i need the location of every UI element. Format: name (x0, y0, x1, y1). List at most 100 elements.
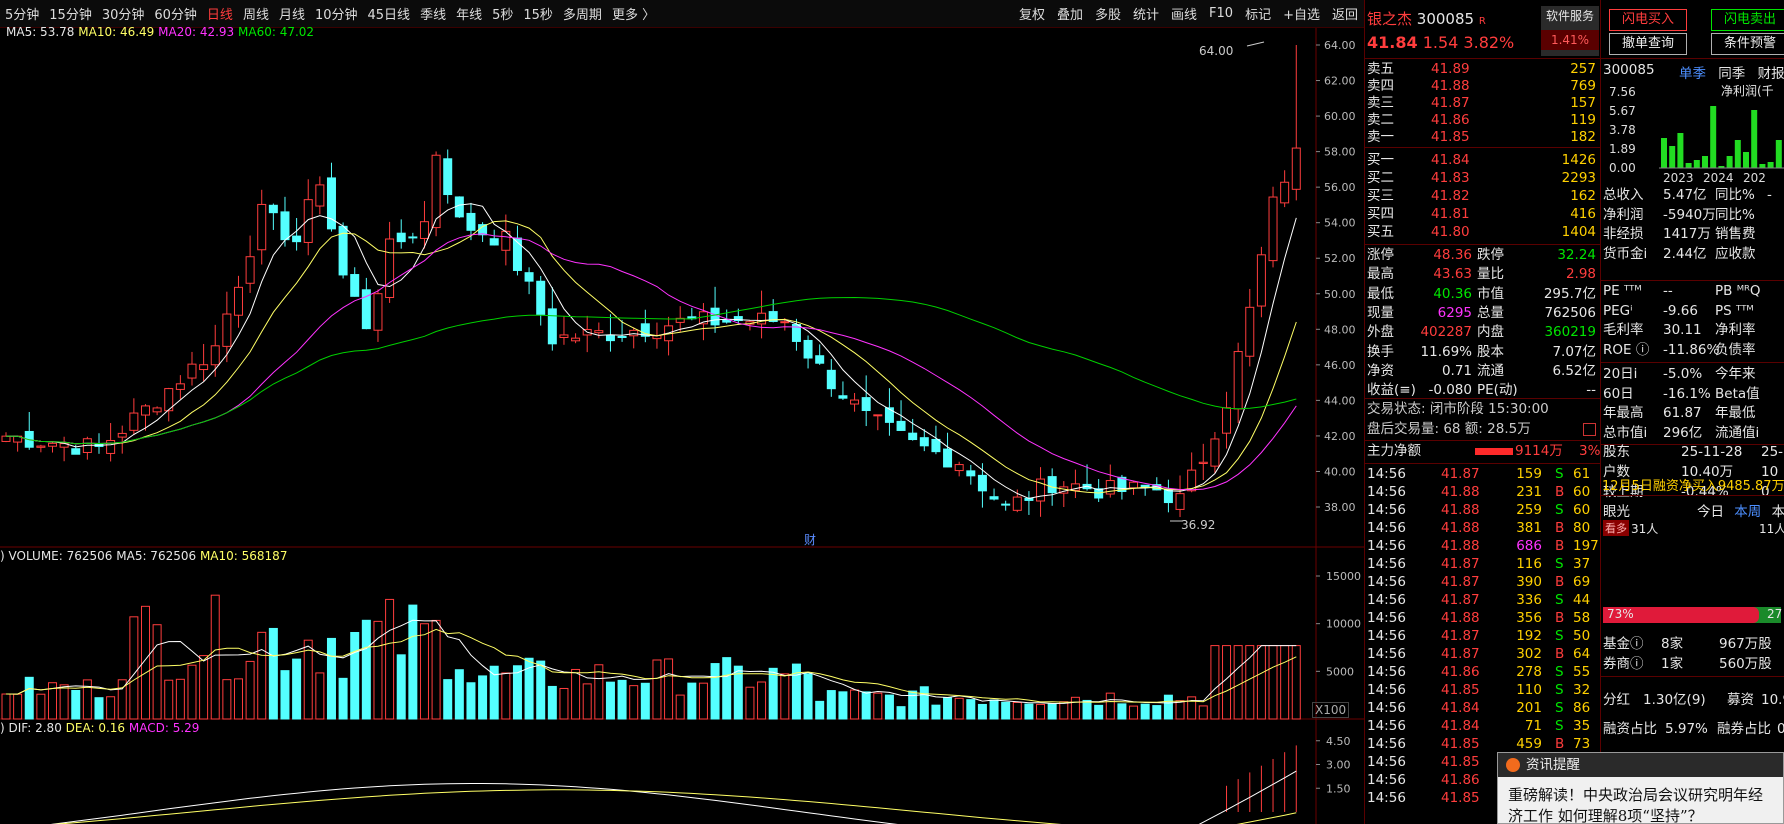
stat-label: 换手 (1367, 343, 1394, 360)
ask-row[interactable]: 卖一 41.85 182 (1365, 129, 1600, 146)
kv-cell: -5940万 (1663, 206, 1716, 223)
tick-volume: 302 (1516, 646, 1542, 662)
tool-button-7[interactable]: +自选 (1277, 4, 1326, 23)
bid-row[interactable]: 买五 41.80 1404 (1365, 223, 1600, 241)
tick-count: 60 (1573, 484, 1591, 500)
volume-bar (605, 681, 615, 720)
period-tab-7[interactable]: 10分钟 (310, 4, 363, 23)
flash-sell-button[interactable]: 闪电卖出 (1711, 9, 1784, 31)
calendar-icon[interactable] (1583, 423, 1596, 436)
bid-row[interactable]: 买三 41.82 162 (1365, 187, 1600, 205)
volume-unit-label[interactable]: X100 (1312, 702, 1350, 718)
kline-chart-svg[interactable]: 64.00 62.00 60.00 58.00 56.00 54.00 52.00 50.00… (0, 28, 1364, 824)
volume-bar (106, 696, 116, 720)
tab-same-quarter[interactable]: 同季 (1718, 66, 1745, 82)
flash-buy-button[interactable]: 闪电买入 (1609, 9, 1687, 31)
fund-count: 1家 (1661, 656, 1684, 672)
kv2-row: PE ᵀᵀᴹ -- PB ᴹᴿQ (1601, 282, 1784, 301)
volume-bar (292, 658, 302, 720)
bid-price: 41.81 (1431, 206, 1470, 222)
kv2-cell: ROE ⓘ (1603, 341, 1650, 358)
bid-label: 买一 (1367, 152, 1394, 168)
period-tab-3[interactable]: 60分钟 (149, 4, 202, 23)
ask-row[interactable]: 卖三 41.87 157 (1365, 95, 1600, 112)
period-tab-1[interactable]: 15分钟 (44, 4, 97, 23)
period-tab-4[interactable]: 日线 (202, 4, 238, 23)
candle-body (536, 280, 546, 315)
period-tab-9[interactable]: 季线 (415, 4, 451, 23)
stat-label-2: 市值 (1477, 285, 1504, 302)
popup-body[interactable]: 重磅解读！中央政治局会议研究明年经 济工作 如何理解8项“坚持”？ (1498, 777, 1783, 824)
bid-row[interactable]: 买二 41.83 2293 (1365, 169, 1600, 187)
volume-bar (640, 682, 650, 720)
kv-cell: 5.47亿 (1663, 187, 1707, 203)
bid-row[interactable]: 买四 41.81 416 (1365, 205, 1600, 223)
tool-button-2[interactable]: 多股 (1089, 4, 1127, 23)
ask-row[interactable]: 卖二 41.86 119 (1365, 112, 1600, 129)
perf-row: 总市值i 296亿 流通值i (1601, 424, 1784, 443)
kv-cell: 同比% (1715, 187, 1755, 203)
tab-week[interactable]: 本周 (1734, 504, 1761, 520)
tool-button-0[interactable]: 复权 (1013, 4, 1051, 23)
period-tab-2[interactable]: 30分钟 (97, 4, 150, 23)
bid-row[interactable]: 买一 41.84 1426 (1365, 151, 1600, 169)
ask-row[interactable]: 卖四 41.88 769 (1365, 78, 1600, 95)
tick-price: 41.88 (1441, 538, 1480, 554)
tab-single-quarter[interactable]: 单季 (1679, 66, 1706, 82)
period-tab-5[interactable]: 周线 (238, 4, 274, 23)
period-tab-14[interactable]: 更多 〉 (607, 4, 660, 23)
tool-button-5[interactable]: F10 (1203, 6, 1239, 21)
tab-month[interactable]: 本月 (1772, 504, 1784, 520)
tool-button-1[interactable]: 叠加 (1051, 4, 1089, 23)
tab-today[interactable]: 今日 (1697, 504, 1724, 520)
tick-volume: 278 (1516, 664, 1542, 680)
candle-body (1012, 496, 1022, 511)
volume-bar (1280, 645, 1290, 720)
profit-y-label: 1.89 (1609, 142, 1636, 156)
profit-bar (1726, 156, 1733, 168)
cancel-order-button[interactable]: 撤单查询 (1609, 33, 1687, 55)
volume-bar (954, 697, 964, 720)
tick-price: 41.87 (1441, 466, 1480, 482)
volume-bar (501, 672, 511, 720)
tick-count: 64 (1573, 646, 1591, 662)
period-tab-10[interactable]: 年线 (451, 4, 487, 23)
price-tick-label: 46.00 (1324, 359, 1356, 372)
tick-count: 32 (1573, 682, 1591, 698)
sector-name: 软件服务 (1545, 9, 1594, 23)
tool-button-3[interactable]: 统计 (1127, 4, 1165, 23)
tool-button-6[interactable]: 标记 (1239, 4, 1277, 23)
profit-bar (1710, 106, 1717, 168)
candle-body (117, 432, 127, 438)
period-tab-6[interactable]: 月线 (274, 4, 310, 23)
tick-time: 14:56 (1367, 700, 1406, 716)
price-tick-label: 40.00 (1324, 465, 1356, 478)
candle-body (617, 335, 627, 338)
finance-marker[interactable]: 财 (804, 531, 816, 548)
tool-button-8[interactable]: 返回 (1326, 4, 1364, 23)
tick-count: 69 (1573, 574, 1591, 590)
stock-code: 300085 (1416, 10, 1475, 28)
news-popup[interactable]: 资讯提醒 重磅解读！中央政治局会议研究明年经 济工作 如何理解8项“坚持”？ (1497, 752, 1784, 824)
period-tab-13[interactable]: 多周期 (558, 4, 607, 23)
candle-body (850, 399, 860, 405)
volume-bar (629, 685, 639, 720)
kline-chart-area[interactable]: 64.00 62.00 60.00 58.00 56.00 54.00 52.00 50.00… (0, 25, 1364, 824)
ask-row[interactable]: 卖五 41.89 257 (1365, 61, 1600, 78)
profit-bar (1767, 162, 1774, 168)
period-tab-0[interactable]: 5分钟 (0, 4, 44, 23)
candle-body (919, 437, 929, 447)
period-tab-12[interactable]: 15秒 (518, 4, 558, 23)
tool-button-4[interactable]: 画线 (1165, 4, 1203, 23)
condition-alert-button[interactable]: 条件预警 (1711, 33, 1784, 55)
volume-bar (59, 684, 69, 720)
sector-box[interactable]: 软件服务 1.41% (1541, 6, 1599, 56)
period-tab-8[interactable]: 45日线 (363, 4, 416, 23)
profit-bar-chart[interactable]: 7.56 5.67 3.78 1.89 0.00 2023 2024 202 (1601, 82, 1784, 186)
margin-news[interactable]: 12月5日融资净买入9485.87万 (1602, 475, 1784, 494)
kv2-row: 毛利率 30.11 净利率 (1601, 321, 1784, 340)
volume-bar (71, 689, 81, 720)
tab-report[interactable]: 财报 (1758, 66, 1784, 82)
period-tab-11[interactable]: 5秒 (487, 4, 518, 23)
quote-panel: 银之杰 300085 R 41.84 1.54 3.82% 软件服务 1.41%… (1364, 0, 1600, 824)
